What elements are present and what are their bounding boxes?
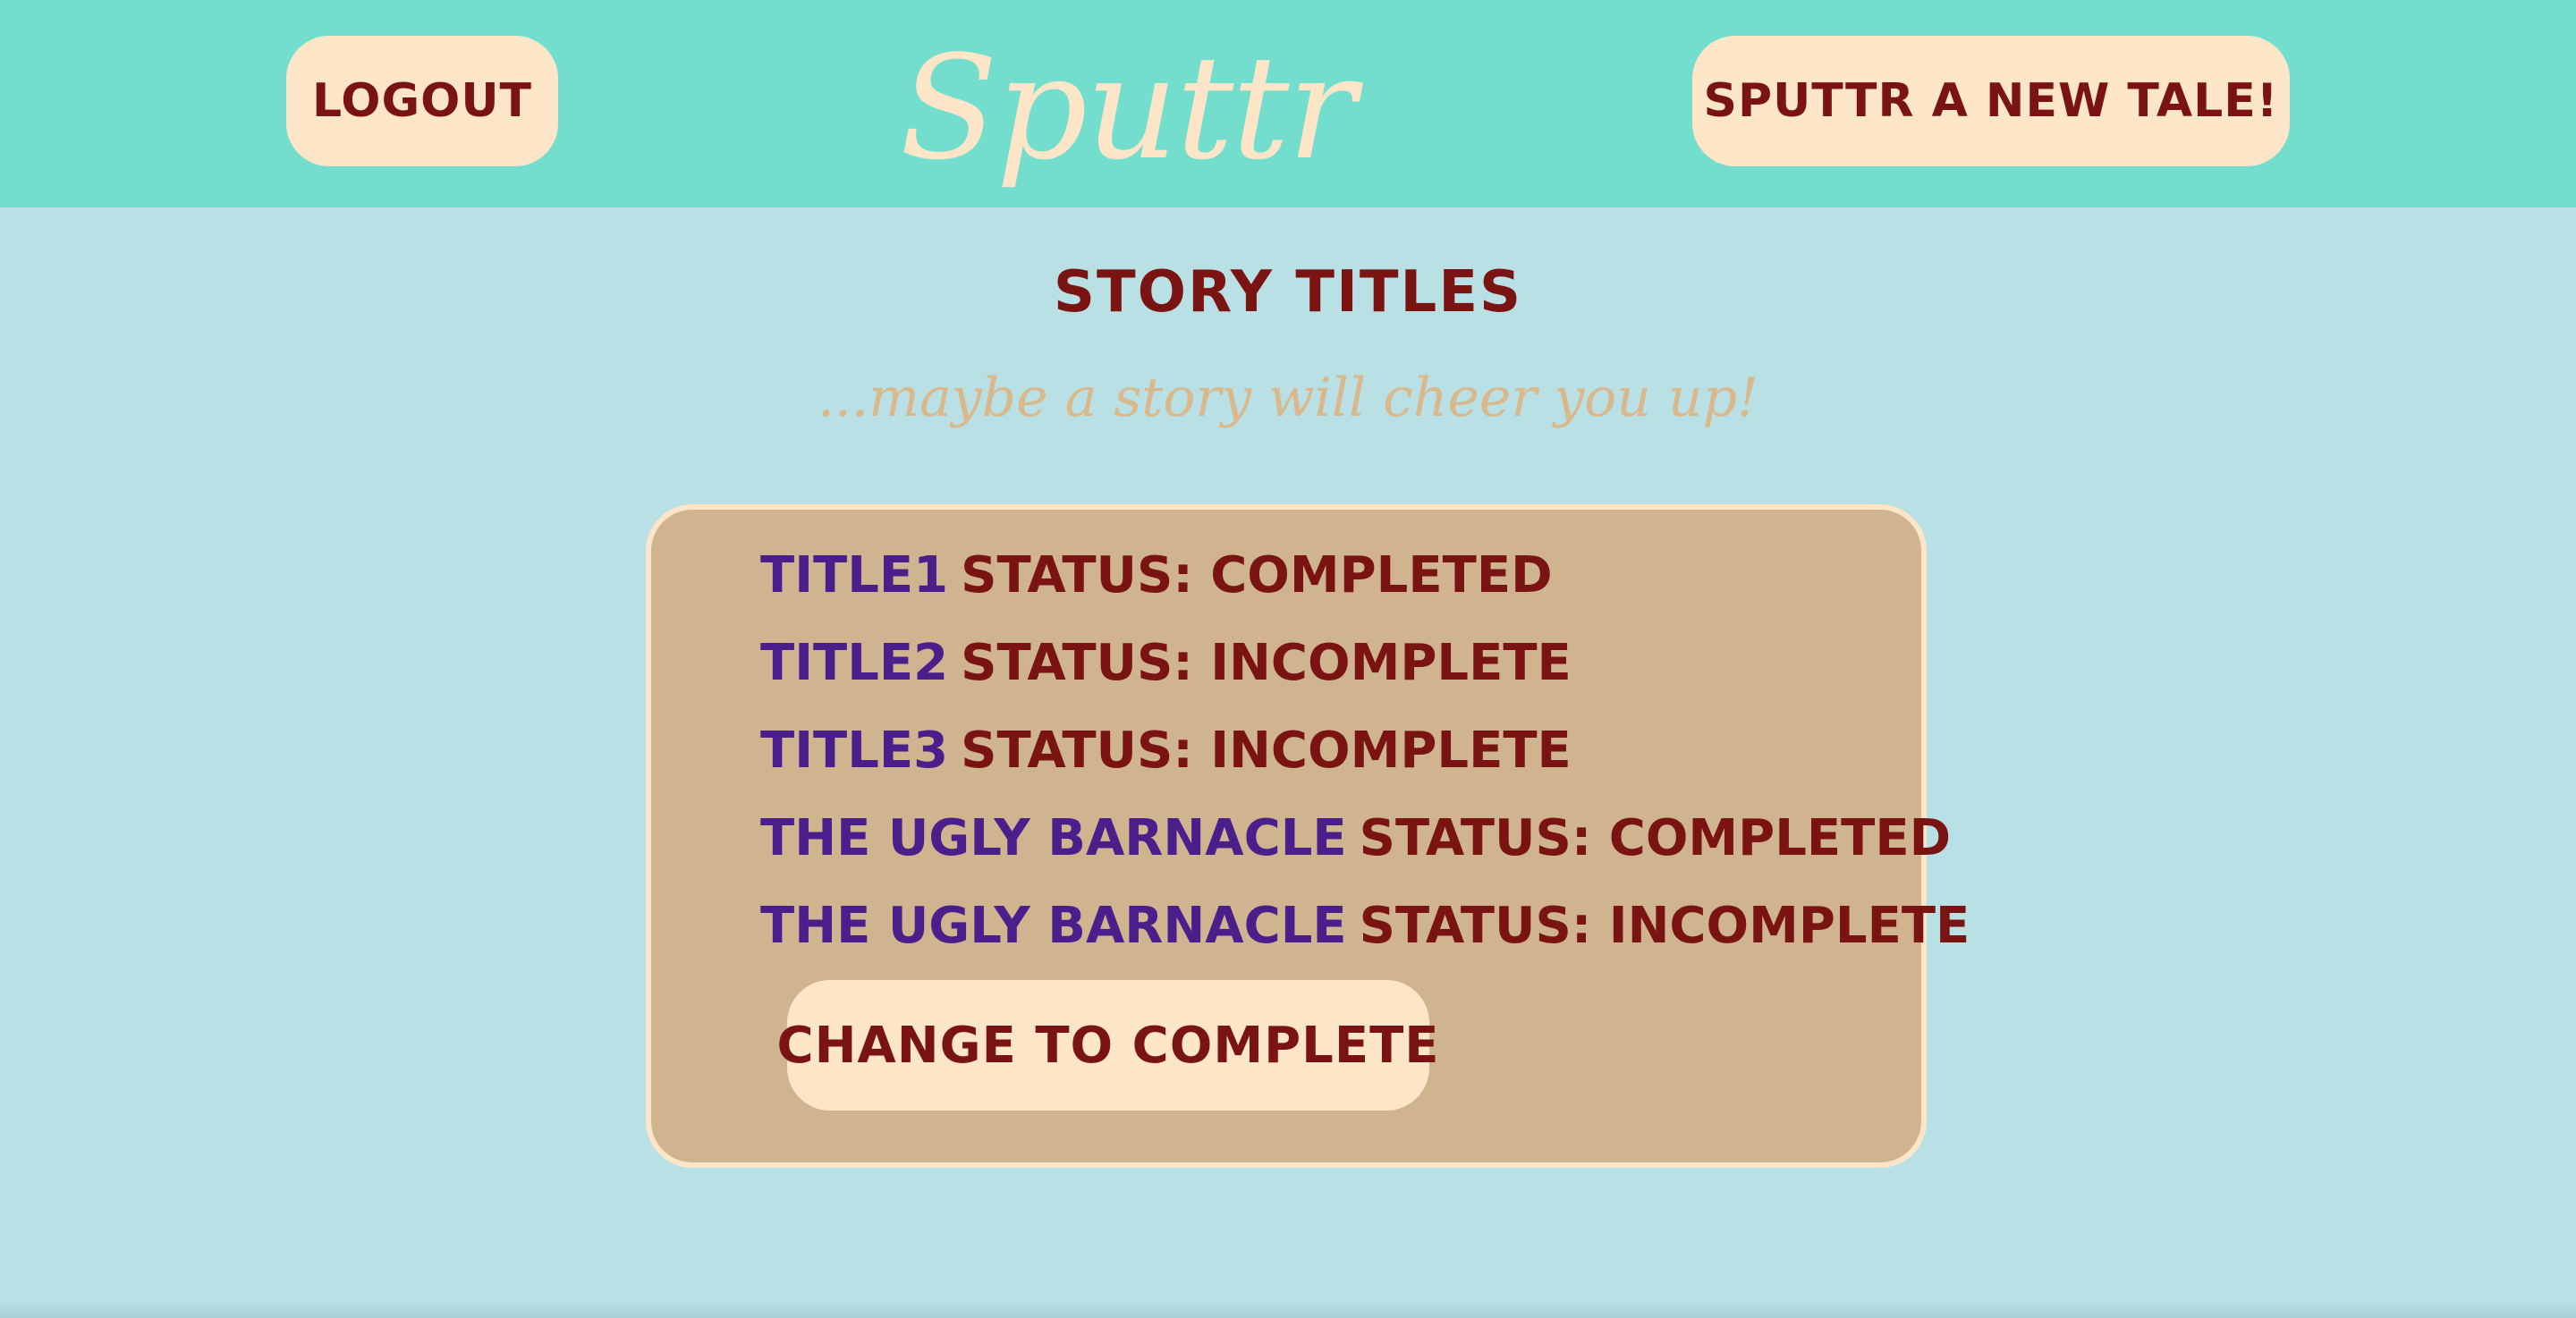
story-item: Title2 Status: Incomplete [760, 619, 1970, 706]
header-bar: Logout Sputtr Sputtr a new tale! [0, 0, 2576, 207]
page-subtitle: ...maybe a story will cheer you up! [817, 367, 1759, 429]
sputtr-logo[interactable]: Sputtr [894, 18, 1360, 197]
story-title[interactable]: Title3 [760, 722, 948, 780]
page-title: Story Titles [1053, 259, 1523, 325]
story-status: Status: Completed [1359, 808, 1952, 867]
story-item: The Ugly Barnacle Status: Incomplete [760, 882, 1970, 969]
story-title[interactable]: Title2 [760, 634, 948, 692]
story-title[interactable]: The Ugly Barnacle [760, 809, 1347, 867]
story-list: Title1 Status: Completed Title2 Status: … [760, 531, 1970, 969]
story-status: Status: Incomplete [961, 721, 1572, 780]
story-item: Title3 Status: Incomplete [760, 706, 1970, 794]
story-item: The Ugly Barnacle Status: Completed [760, 794, 1970, 882]
story-status: Status: Incomplete [1359, 896, 1970, 955]
change-to-complete-button[interactable]: Change to Complete [776, 980, 1439, 1111]
story-status: Status: Completed [961, 545, 1553, 604]
logout-button[interactable]: Logout [286, 36, 558, 166]
story-title[interactable]: The Ugly Barnacle [760, 897, 1347, 955]
story-title[interactable]: Title1 [760, 546, 948, 604]
new-tale-button[interactable]: Sputtr a new tale! [1692, 36, 2290, 166]
story-list-panel: Title1 Status: Completed Title2 Status: … [646, 504, 1970, 1168]
story-item: Title1 Status: Completed [760, 531, 1970, 619]
bottom-shadow [0, 1300, 2576, 1318]
story-status: Status: Incomplete [961, 633, 1572, 692]
